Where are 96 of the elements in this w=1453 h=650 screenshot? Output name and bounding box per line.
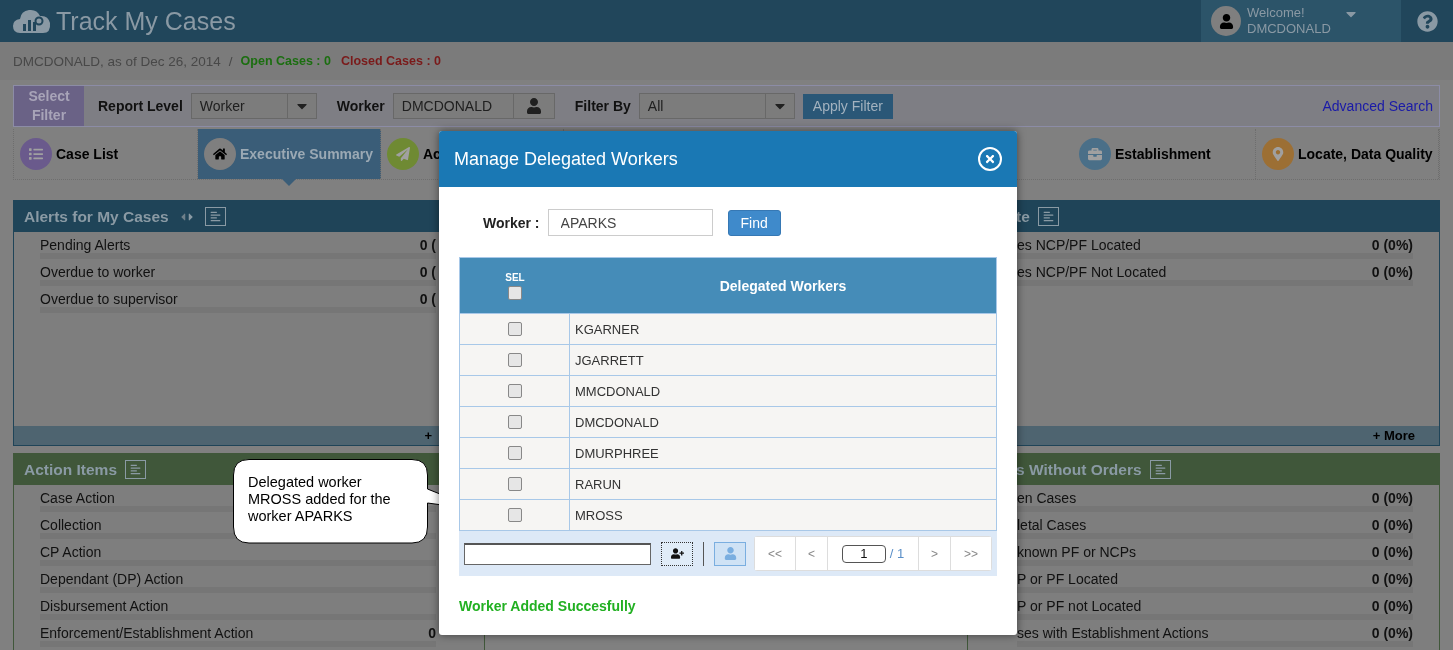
row-label: P or PF not Located xyxy=(1017,599,1142,614)
app-title: Track My Cases xyxy=(56,6,236,36)
panel-title: s Without Orders xyxy=(1016,460,1142,479)
add-user-button[interactable] xyxy=(661,541,693,566)
person-icon xyxy=(525,98,542,114)
row-label: Case Action xyxy=(40,491,115,506)
more-link[interactable]: + xyxy=(424,428,432,443)
row-checkbox[interactable] xyxy=(507,353,522,367)
worker-input[interactable]: APARKS xyxy=(547,209,713,236)
chart-icon[interactable] xyxy=(1149,460,1171,479)
report-level-dropdown[interactable]: Worker xyxy=(190,93,317,119)
filter-by-dropdown[interactable]: All xyxy=(638,93,795,119)
row-label: Collection xyxy=(40,518,102,533)
first-page-button[interactable]: << xyxy=(755,537,796,570)
page-input[interactable]: 1 xyxy=(841,544,886,563)
nav-tab[interactable]: Executive Summary xyxy=(198,129,381,179)
row-value: 0 xyxy=(428,626,436,641)
separator: / xyxy=(228,53,233,69)
table-cell-text: KGARNER xyxy=(574,320,641,339)
row-label: Dependant (DP) Action xyxy=(40,572,184,587)
row-label: letal Cases xyxy=(1017,518,1087,533)
table-cell-text: MMCDONALD xyxy=(574,382,662,401)
add-worker-input[interactable] xyxy=(464,542,651,565)
field-label: Worker xyxy=(336,98,385,114)
nav-tab[interactable]: Establishment xyxy=(1073,129,1256,179)
row-value: 0 (0%) xyxy=(1371,491,1413,506)
row-value: 0 (0%) xyxy=(1371,265,1413,280)
row-checkbox[interactable] xyxy=(507,322,522,336)
filter-badge: Select Filter xyxy=(14,86,84,126)
row-value: 0 ( xyxy=(419,265,436,280)
row-label: Overdue to supervisor xyxy=(40,292,178,307)
row-label: ses with Establishment Actions xyxy=(1017,626,1209,641)
row-value: 0 (0%) xyxy=(1371,518,1413,533)
close-icon xyxy=(984,153,996,165)
user-name: DMCDONALD xyxy=(1247,21,1331,37)
chart-icon[interactable] xyxy=(125,460,146,479)
panel-title: Alerts for My Cases xyxy=(24,207,169,226)
person-icon xyxy=(723,547,737,560)
page-total: / 1 xyxy=(889,546,905,561)
row-label: P or PF Located xyxy=(1017,572,1118,587)
panel-title: te xyxy=(1016,207,1030,226)
row-label: en Cases xyxy=(1017,491,1077,506)
dialog-title: Manage Delegated Workers xyxy=(454,148,678,170)
panel-title: Action Items xyxy=(24,460,117,479)
row-value: 0 (0%) xyxy=(1371,599,1413,614)
row-checkbox[interactable] xyxy=(507,384,522,398)
table-cell-text: MROSS xyxy=(574,506,624,525)
find-button[interactable]: Find xyxy=(727,209,781,236)
row-value: 0 (0%) xyxy=(1371,545,1413,560)
select-all-checkbox[interactable] xyxy=(508,285,522,300)
nav-tab[interactable]: Locate, Data Quality xyxy=(1256,129,1439,179)
row-label: Enforcement/Establishment Action xyxy=(40,626,254,641)
row-checkbox[interactable] xyxy=(507,446,522,460)
row-checkbox[interactable] xyxy=(507,508,522,522)
field-label: Report Level xyxy=(98,98,183,114)
row-value: 0 (0%) xyxy=(1371,238,1413,253)
success-message: Worker Added Succesfully xyxy=(458,597,637,614)
row-checkbox[interactable] xyxy=(507,477,522,491)
closed-cases-count: Closed Cases : 0 xyxy=(340,54,441,68)
row-value: 0 (0%) xyxy=(1371,626,1413,641)
row-label: Overdue to worker xyxy=(40,265,156,280)
advanced-search-link[interactable]: Advanced Search xyxy=(1322,98,1433,114)
close-button[interactable] xyxy=(978,147,1002,171)
field-label: Worker : xyxy=(483,214,540,231)
row-checkbox[interactable] xyxy=(507,415,522,429)
row-label: es NCP/PF Located xyxy=(1017,238,1141,253)
table-cell-text: RARUN xyxy=(574,475,623,494)
worker-field[interactable]: DMCDONALD xyxy=(392,93,555,119)
field-label: Filter By xyxy=(574,98,631,114)
row-label: known PF or NCPs xyxy=(1017,545,1137,560)
user-menu[interactable]: Welcome! DMCDONALD xyxy=(1201,0,1401,42)
column-header: Delegated Workers xyxy=(718,276,848,296)
open-cases-count: Open Cases : 0 xyxy=(240,54,331,68)
column-header: SEL xyxy=(505,271,525,283)
chart-icon[interactable] xyxy=(204,207,226,226)
tab-pointer xyxy=(282,179,296,186)
row-label: Disbursement Action xyxy=(40,599,169,614)
nav-tab[interactable]: Case List xyxy=(14,129,198,179)
callout-text: Delegated worker MROSS added for the worker APARKS xyxy=(248,474,392,525)
welcome-text: Welcome! xyxy=(1247,5,1306,21)
row-value: 0 ( xyxy=(419,292,436,307)
row-label: es NCP/PF Not Located xyxy=(1017,265,1167,280)
row-label: CP Action xyxy=(40,545,102,560)
row-value: 0 ( xyxy=(419,238,436,253)
apply-filter-button[interactable]: Apply Filter xyxy=(802,93,893,119)
table-cell-text: DMURPHREE xyxy=(574,444,660,463)
row-value: 0 (0%) xyxy=(1371,572,1413,587)
row-label: Pending Alerts xyxy=(40,238,131,253)
cloud-chart-logo-icon xyxy=(12,7,52,35)
table-cell-text: DMCDONALD xyxy=(574,413,660,432)
remove-user-button[interactable] xyxy=(714,541,746,566)
chart-icon[interactable] xyxy=(1037,207,1059,226)
more-link[interactable]: + More xyxy=(1372,428,1415,443)
user-avatar-icon xyxy=(1211,6,1241,36)
add-user-icon xyxy=(670,547,684,560)
table-cell-text: JGARRETT xyxy=(574,351,645,370)
